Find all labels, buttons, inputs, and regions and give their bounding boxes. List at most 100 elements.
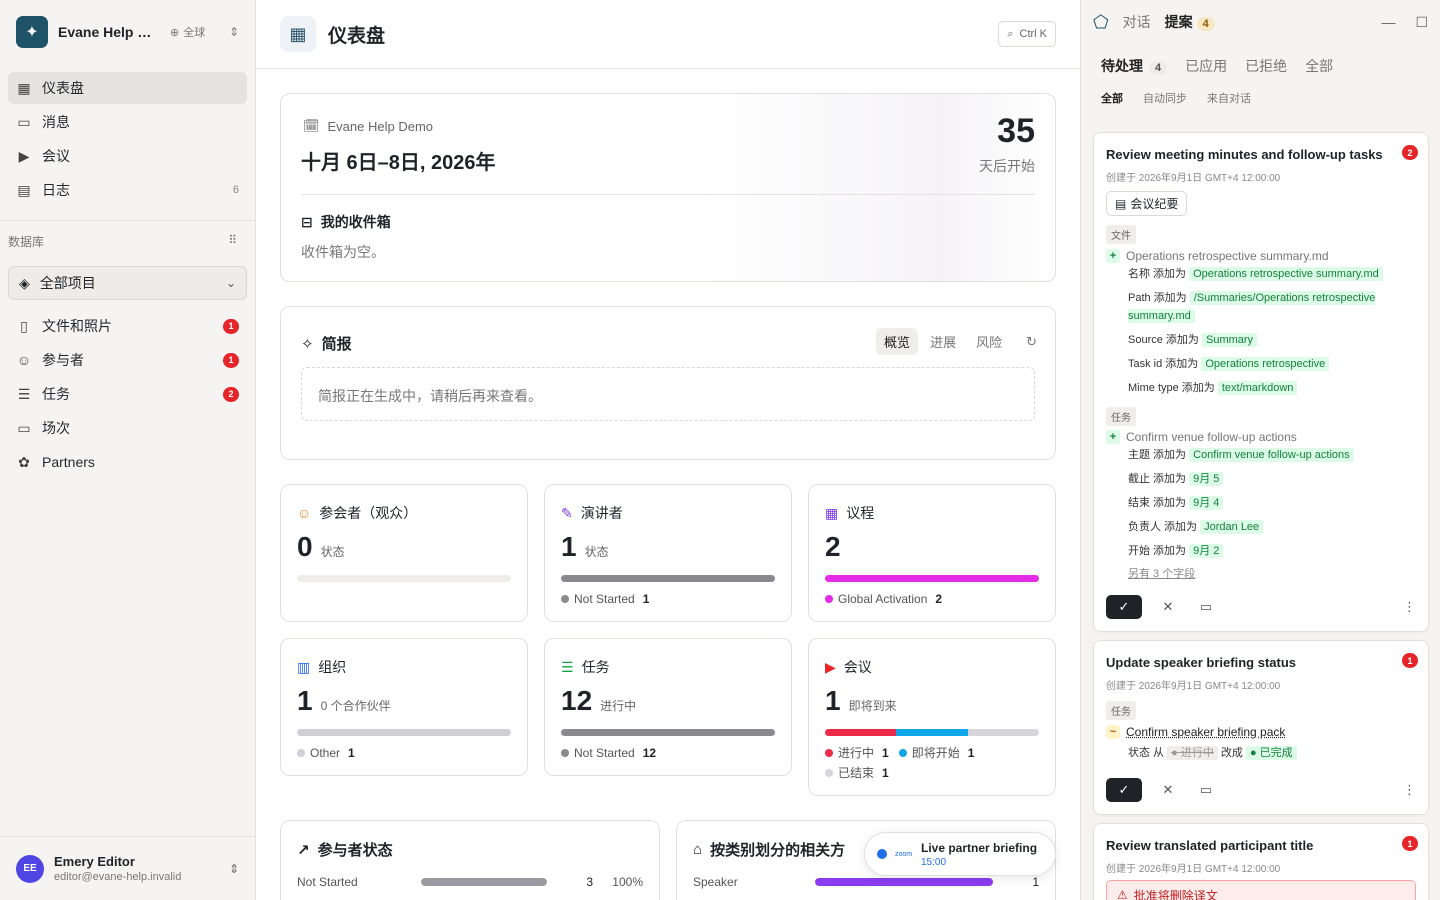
stat-value: 12 进行中 [561, 685, 637, 716]
workspace-scope: ⊕ 全球 [170, 26, 206, 40]
briefing-card: ✧ 简报 概览 进展 风险 ↻ 简报正在生成中，请稍后再来查看。 [280, 306, 1056, 460]
reject-button[interactable]: ✕ [1156, 782, 1180, 798]
task-fields: 主题 添加为 Confirm venue follow-up actions 截止… [1128, 446, 1418, 566]
minimize-icon[interactable]: — [1381, 14, 1395, 31]
sidebar-item-db-2[interactable]: ☰ 任务 2 [8, 378, 247, 410]
meeting-minutes-chip[interactable]: ▤ 会议纪要 [1106, 191, 1188, 216]
sidebar-item-3[interactable]: ▤ 日志 6 [8, 174, 247, 206]
tab-rejected[interactable]: 已拒绝 [1245, 56, 1287, 76]
source-tab-chat[interactable]: 来自对话 [1207, 90, 1251, 106]
stat-bar [561, 575, 775, 582]
notification-badge: 2 [223, 386, 239, 402]
related-parties-title: ⌂ 按类别划分的相关方 [693, 841, 846, 859]
refresh-icon[interactable]: ↻ [1026, 334, 1037, 350]
status-change: 状态 从 ● 进行中 改成 ● 已完成 [1128, 744, 1297, 762]
stat-card[interactable]: ✎ 演讲者 1 状态 Not Started 1 [544, 484, 792, 622]
approve-button[interactable]: ✓ [1106, 595, 1142, 619]
tab-risks[interactable]: 风险 [968, 328, 1010, 355]
search-icon: ⌕ [1007, 27, 1014, 40]
user-menu[interactable]: EE Emery Editor editor@evane-help.invali… [0, 836, 255, 900]
more-icon[interactable]: ⋮ [1403, 782, 1416, 798]
sidebar: ✦ Evane Help Demo ⊕全球 ⇕ ▦ 仪表盘 ▭ 消息 ▶ 会议 ▤ 日志 6 数… [0, 0, 256, 900]
trend-icon: ↗ [297, 841, 310, 859]
proposal-meta: 创建于 2026年9月1日 GMT+4 12:00:00 [1106, 173, 1281, 184]
tab-chat[interactable]: 对话 [1123, 12, 1151, 32]
stat-title: ☺ 参会者（观众） [297, 505, 418, 521]
sidebar-item-2[interactable]: ▶ 会议 [8, 140, 247, 172]
calendar-clock-icon: 🗓 [303, 118, 320, 133]
sidebar-item-db-3[interactable]: ▭ 场次 [8, 412, 247, 444]
stat-card[interactable]: ▦ 议程 2 Global Activation 2 [808, 484, 1056, 622]
tasks-icon: ☰ [17, 385, 31, 402]
source-tab-all[interactable]: 全部 [1101, 90, 1123, 106]
delete-warning: ⚠ 批准将删除译文 [1106, 880, 1416, 900]
chevron-down-icon: ⌄ [225, 276, 236, 290]
inbox-empty-text: 收件箱为空。 [301, 244, 385, 260]
sidebar-item-1[interactable]: ▭ 消息 [8, 106, 247, 138]
field-change: 名称 添加为 Operations retrospective summary.… [1128, 265, 1418, 283]
users-icon: ☺ [16, 352, 32, 368]
stat-card[interactable]: ☺ 参会者（观众） 0 状态 [280, 484, 528, 622]
more-fields-link[interactable]: 另有 3 个字段 [1128, 565, 1195, 581]
legend-item: Other 1 [297, 743, 355, 763]
stat-card[interactable]: ▶ 会议 1 即将到来 进行中 1 即将开始 1 已结束 1 [808, 638, 1056, 796]
workspace-switcher[interactable]: ✦ Evane Help Demo ⊕全球 ⇕ [0, 0, 255, 64]
project-selector[interactable]: ◈ 全部项目 ⌄ [8, 266, 247, 300]
related-row: Speaker 1 [693, 875, 1039, 889]
field-change: 主题 添加为 Confirm venue follow-up actions [1128, 446, 1418, 464]
stat-card[interactable]: ▥ 组织 1 0 个合作伙伴 Other 1 [280, 638, 528, 776]
approve-button[interactable]: ✓ [1106, 778, 1142, 802]
source-tab-autosync[interactable]: 自动同步 [1143, 90, 1187, 106]
sidebar-item-0[interactable]: ▦ 仪表盘 [8, 72, 247, 104]
proposal-title[interactable]: Review translated participant title [1106, 838, 1396, 853]
users-icon: ☺ [297, 505, 312, 521]
live-dot-icon [877, 849, 887, 859]
proposal-meta: 创建于 2026年9月1日 GMT+4 12:00:00 [1106, 681, 1281, 692]
drag-handle-icon[interactable]: ⠿ [228, 233, 237, 250]
tab-progress[interactable]: 进展 [922, 328, 964, 355]
comment-icon[interactable]: ▭ [1194, 599, 1218, 615]
event-name: 🗓 Evane Help Demo [303, 118, 434, 134]
maximize-icon[interactable]: ☐ [1415, 14, 1428, 31]
tag-logo-icon: ⬠ [1093, 11, 1109, 32]
briefing-message: 简报正在生成中，请稍后再来查看。 [301, 367, 1035, 421]
tab-pending[interactable]: 待处理 4 [1101, 56, 1168, 76]
proposal-title[interactable]: Update speaker briefing status [1106, 655, 1396, 670]
sidebar-item-db-4[interactable]: ✿ Partners [8, 446, 247, 478]
video-icon: ▶ [18, 147, 30, 164]
stat-card[interactable]: ☰ 任务 12 进行中 Not Started 12 [544, 638, 792, 776]
tab-proposals[interactable]: 提案 4 [1165, 12, 1215, 32]
log-icon: ▤ [17, 181, 31, 198]
tilde-icon: ~ [1106, 725, 1120, 739]
legend-item: Global Activation 2 [825, 589, 942, 609]
proposal-actions: ✓ ✕ ▭ ⋮ [1106, 778, 1416, 802]
sidebar-item-db-1[interactable]: ☺ 参与者 1 [8, 344, 247, 376]
sparkle-icon: ✧ [301, 335, 314, 353]
workspace-name: Evane Help Demo [58, 24, 154, 40]
proposal-title[interactable]: Review meeting minutes and follow-up tas… [1106, 147, 1396, 162]
comment-icon[interactable]: ▭ [1194, 782, 1218, 798]
meeting-toast[interactable]: zoom Live partner briefing 15:00 [864, 832, 1056, 876]
proposal-count-badge: 1 [1402, 836, 1418, 851]
more-icon[interactable]: ⋮ [1403, 599, 1416, 615]
proposal-count-badge: 2 [1402, 145, 1418, 160]
tab-overview[interactable]: 概览 [876, 328, 919, 355]
workspace-logo-icon: ✦ [16, 16, 48, 48]
reject-button[interactable]: ✕ [1156, 599, 1180, 615]
task-section-label: 任务 [1106, 701, 1136, 720]
tag-icon: ⌂ [693, 841, 703, 858]
participant-status-card: ↗ 参与者状态 Not Started 3 100% [280, 820, 660, 900]
tab-all[interactable]: 全部 [1305, 56, 1333, 76]
user-email: editor@evane-help.invalid [54, 871, 182, 883]
sidebar-item-db-0[interactable]: ▯ 文件和照片 1 [8, 310, 247, 342]
stat-value: 2 [825, 531, 841, 562]
field-change: Task id 添加为 Operations retrospective [1128, 355, 1418, 373]
user-name: Emery Editor [54, 854, 135, 869]
sidebar-item-label: 日志 [42, 182, 70, 198]
building-icon: ▥ [297, 658, 311, 675]
search-button[interactable]: ⌕ Ctrl K [998, 21, 1056, 47]
tab-applied[interactable]: 已应用 [1185, 56, 1227, 76]
proposal-meta: 创建于 2026年9月1日 GMT+4 12:00:00 [1106, 864, 1281, 875]
stat-legend: Other 1 [297, 743, 517, 763]
inbox-title: ⊟ 我的收件箱 [301, 213, 391, 231]
